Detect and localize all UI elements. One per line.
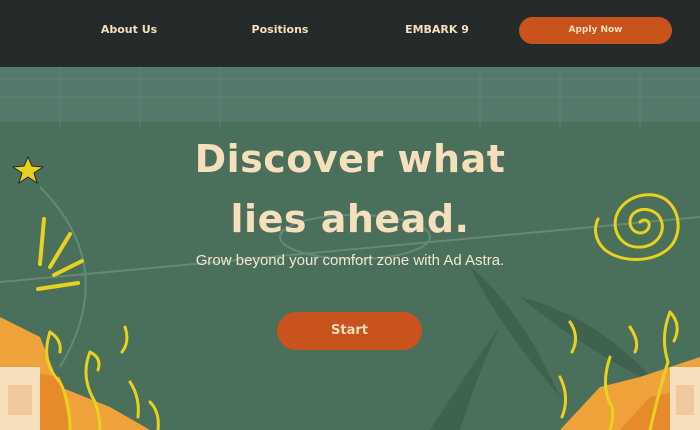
hero-section: Discover what lies ahead. Grow beyond yo… [0,67,700,430]
start-button[interactable]: Start [277,312,422,350]
nav-link-positions[interactable]: Positions [244,21,316,39]
spiral-scribble-icon [594,193,680,261]
apply-now-button[interactable]: Apply Now [519,17,672,44]
hero-headline: Discover what lies ahead. [150,135,550,243]
hero-subheadline: Grow beyond your comfort zone with Ad As… [195,252,505,269]
nav-link-embark-9[interactable]: EMBARK 9 [397,21,477,39]
burst-scribble-icon [36,217,84,291]
headline-line-1: Discover what [194,137,506,181]
top-navbar: About Us Positions EMBARK 9 Apply Now [0,0,700,67]
headline-line-2: lies ahead. [230,197,470,241]
flower-scribble-right-icon [558,310,679,430]
star-icon [11,155,45,185]
flower-scribble-left-icon [45,325,160,430]
nav-link-about-us[interactable]: About Us [93,21,165,39]
